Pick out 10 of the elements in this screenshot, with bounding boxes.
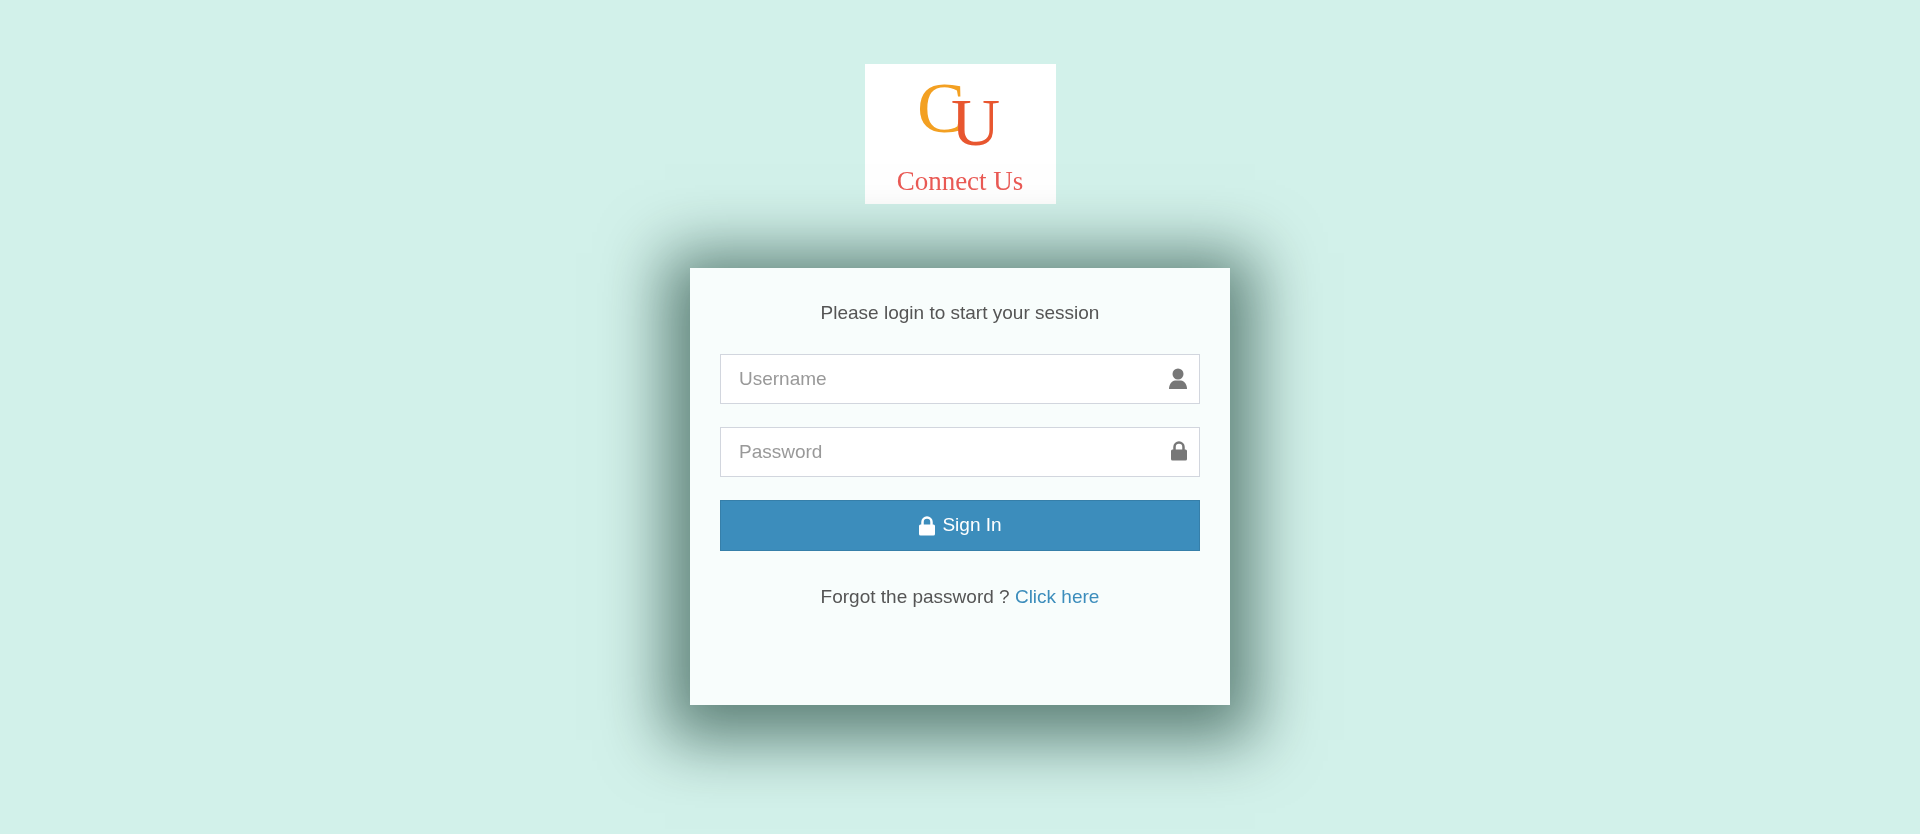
lock-icon <box>1170 441 1188 461</box>
user-icon <box>1168 368 1188 390</box>
logo-text: Connect Us <box>896 166 1024 196</box>
login-message: Please login to start your session <box>819 301 1101 325</box>
forgot-text: Forgot the password ? <box>820 586 1010 607</box>
username-field[interactable]: Username <box>720 354 1200 404</box>
password-field[interactable]: Password <box>720 427 1200 477</box>
lock-icon <box>918 515 937 536</box>
reset-link[interactable]: Click here <box>1014 586 1100 607</box>
sign-in-button[interactable]: Sign In <box>720 500 1200 551</box>
